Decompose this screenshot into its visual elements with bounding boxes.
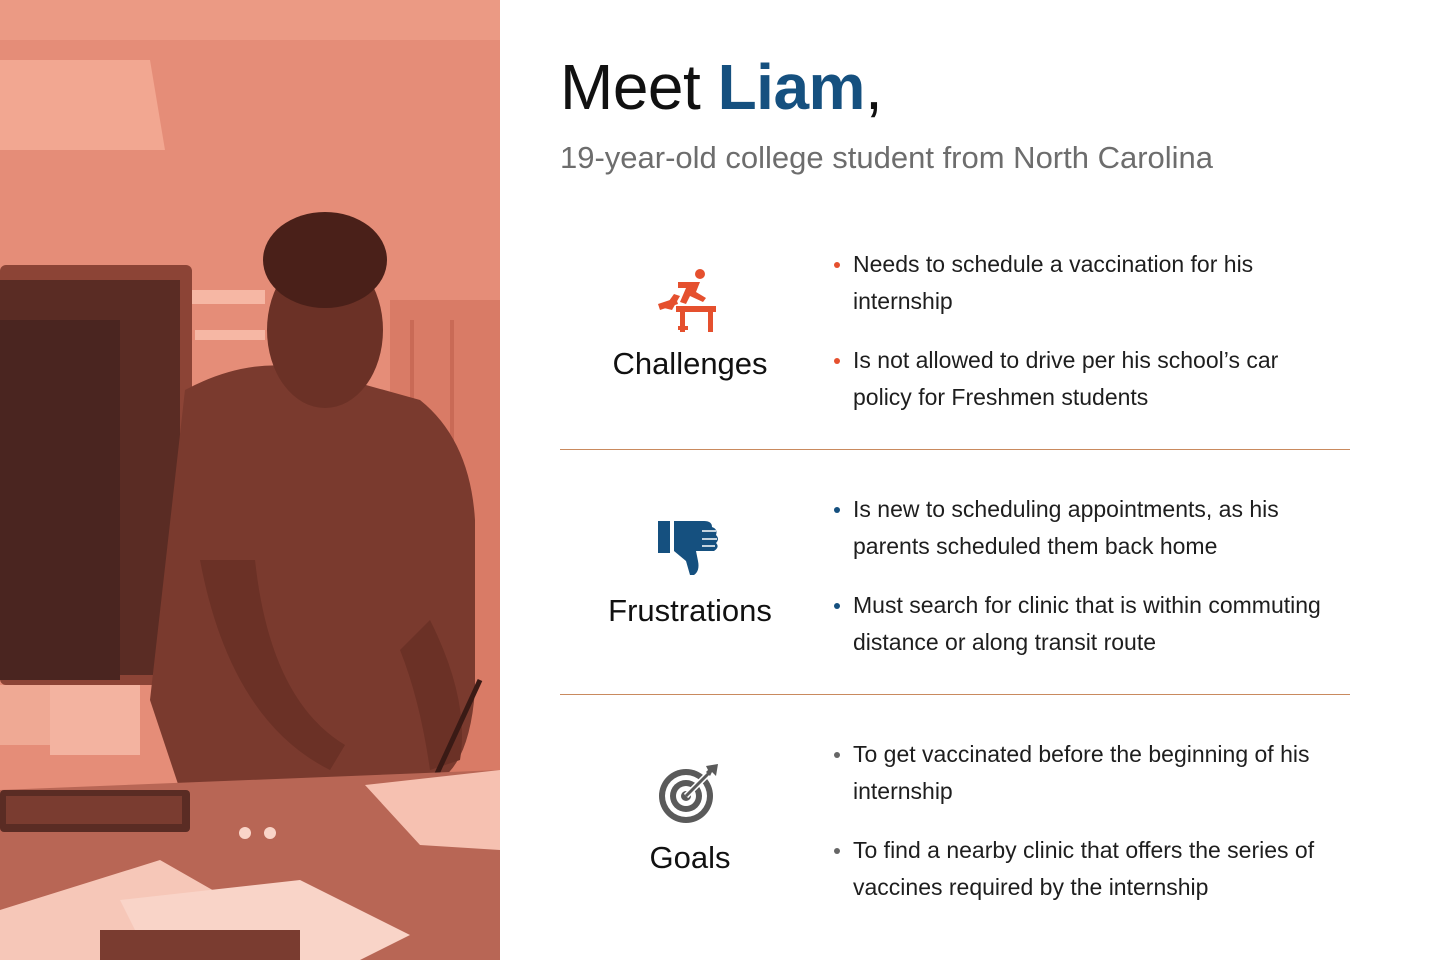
student-photo-illustration xyxy=(0,0,500,960)
list-item: Is not allowed to drive per his school’s… xyxy=(834,342,1343,416)
list-item: To find a nearby clinic that offers the … xyxy=(834,832,1343,906)
persona-name: Liam xyxy=(717,51,866,123)
section-label-frustrations: Frustrations xyxy=(608,593,772,628)
hurdle-runner-icon xyxy=(658,269,716,332)
persona-headline: Meet Liam, xyxy=(560,50,883,124)
frustrations-list: Is new to scheduling appointments, as hi… xyxy=(834,491,1343,683)
section-divider xyxy=(560,694,1350,695)
list-item: To get vaccinated before the beginning o… xyxy=(834,736,1343,810)
section-divider xyxy=(560,449,1350,450)
list-item: Needs to schedule a vaccination for his … xyxy=(834,246,1343,320)
persona-subtitle: 19-year-old college student from North C… xyxy=(560,140,1214,175)
section-label-goals: Goals xyxy=(649,840,731,875)
list-item: Must search for clinic that is within co… xyxy=(834,587,1343,661)
persona-content: Meet Liam, 19-year-old college student f… xyxy=(560,0,1350,960)
target-arrow-icon xyxy=(659,764,718,823)
headline-suffix: , xyxy=(864,51,883,123)
goals-list: To get vaccinated before the beginning o… xyxy=(834,736,1343,928)
thumbs-down-icon xyxy=(658,521,718,575)
challenges-list: Needs to schedule a vaccination for his … xyxy=(834,246,1343,438)
headline-prefix: Meet xyxy=(560,51,718,123)
list-item: Is new to scheduling appointments, as hi… xyxy=(834,491,1343,565)
section-label-challenges: Challenges xyxy=(612,346,768,381)
persona-photo xyxy=(0,0,500,960)
